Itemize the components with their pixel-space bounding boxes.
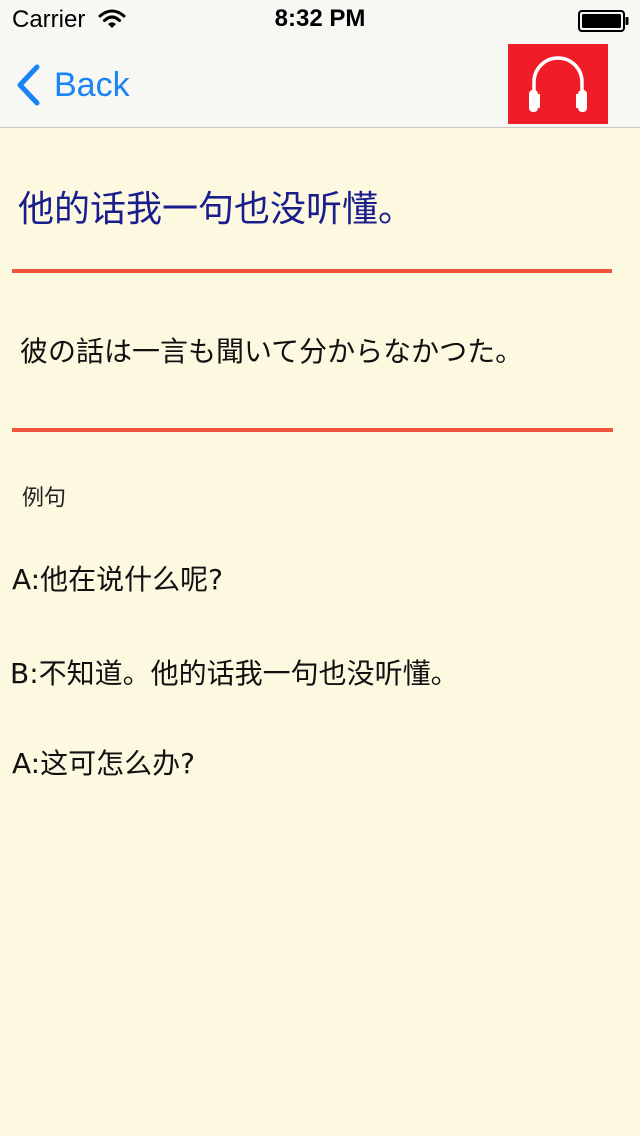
japanese-translation: 彼の話は一言も聞いて分からなかつた。: [20, 335, 524, 368]
divider: [12, 428, 613, 432]
dialogue-line: B:不知道。他的话我一句也没听懂。: [10, 657, 459, 690]
battery-icon: [578, 10, 629, 32]
divider: [12, 269, 612, 273]
dialogue-line: A:他在说什么呢?: [12, 563, 223, 596]
headphones-icon: [529, 56, 587, 112]
play-audio-button[interactable]: [508, 44, 608, 124]
example-heading: 例句: [22, 486, 67, 511]
dialogue-line: A:这可怎么办?: [12, 747, 195, 780]
status-bar: Carrier 8:32 PM: [0, 0, 640, 40]
clock-time: 8:32 PM: [274, 5, 366, 32]
back-label: Back: [54, 65, 130, 104]
chinese-phrase: 他的话我一句也没听懂。: [18, 189, 415, 230]
navigation-bar: Carrier 8:32 PM Back: [0, 0, 640, 128]
chevron-left-icon: [17, 64, 40, 106]
back-button[interactable]: Back: [14, 60, 130, 110]
